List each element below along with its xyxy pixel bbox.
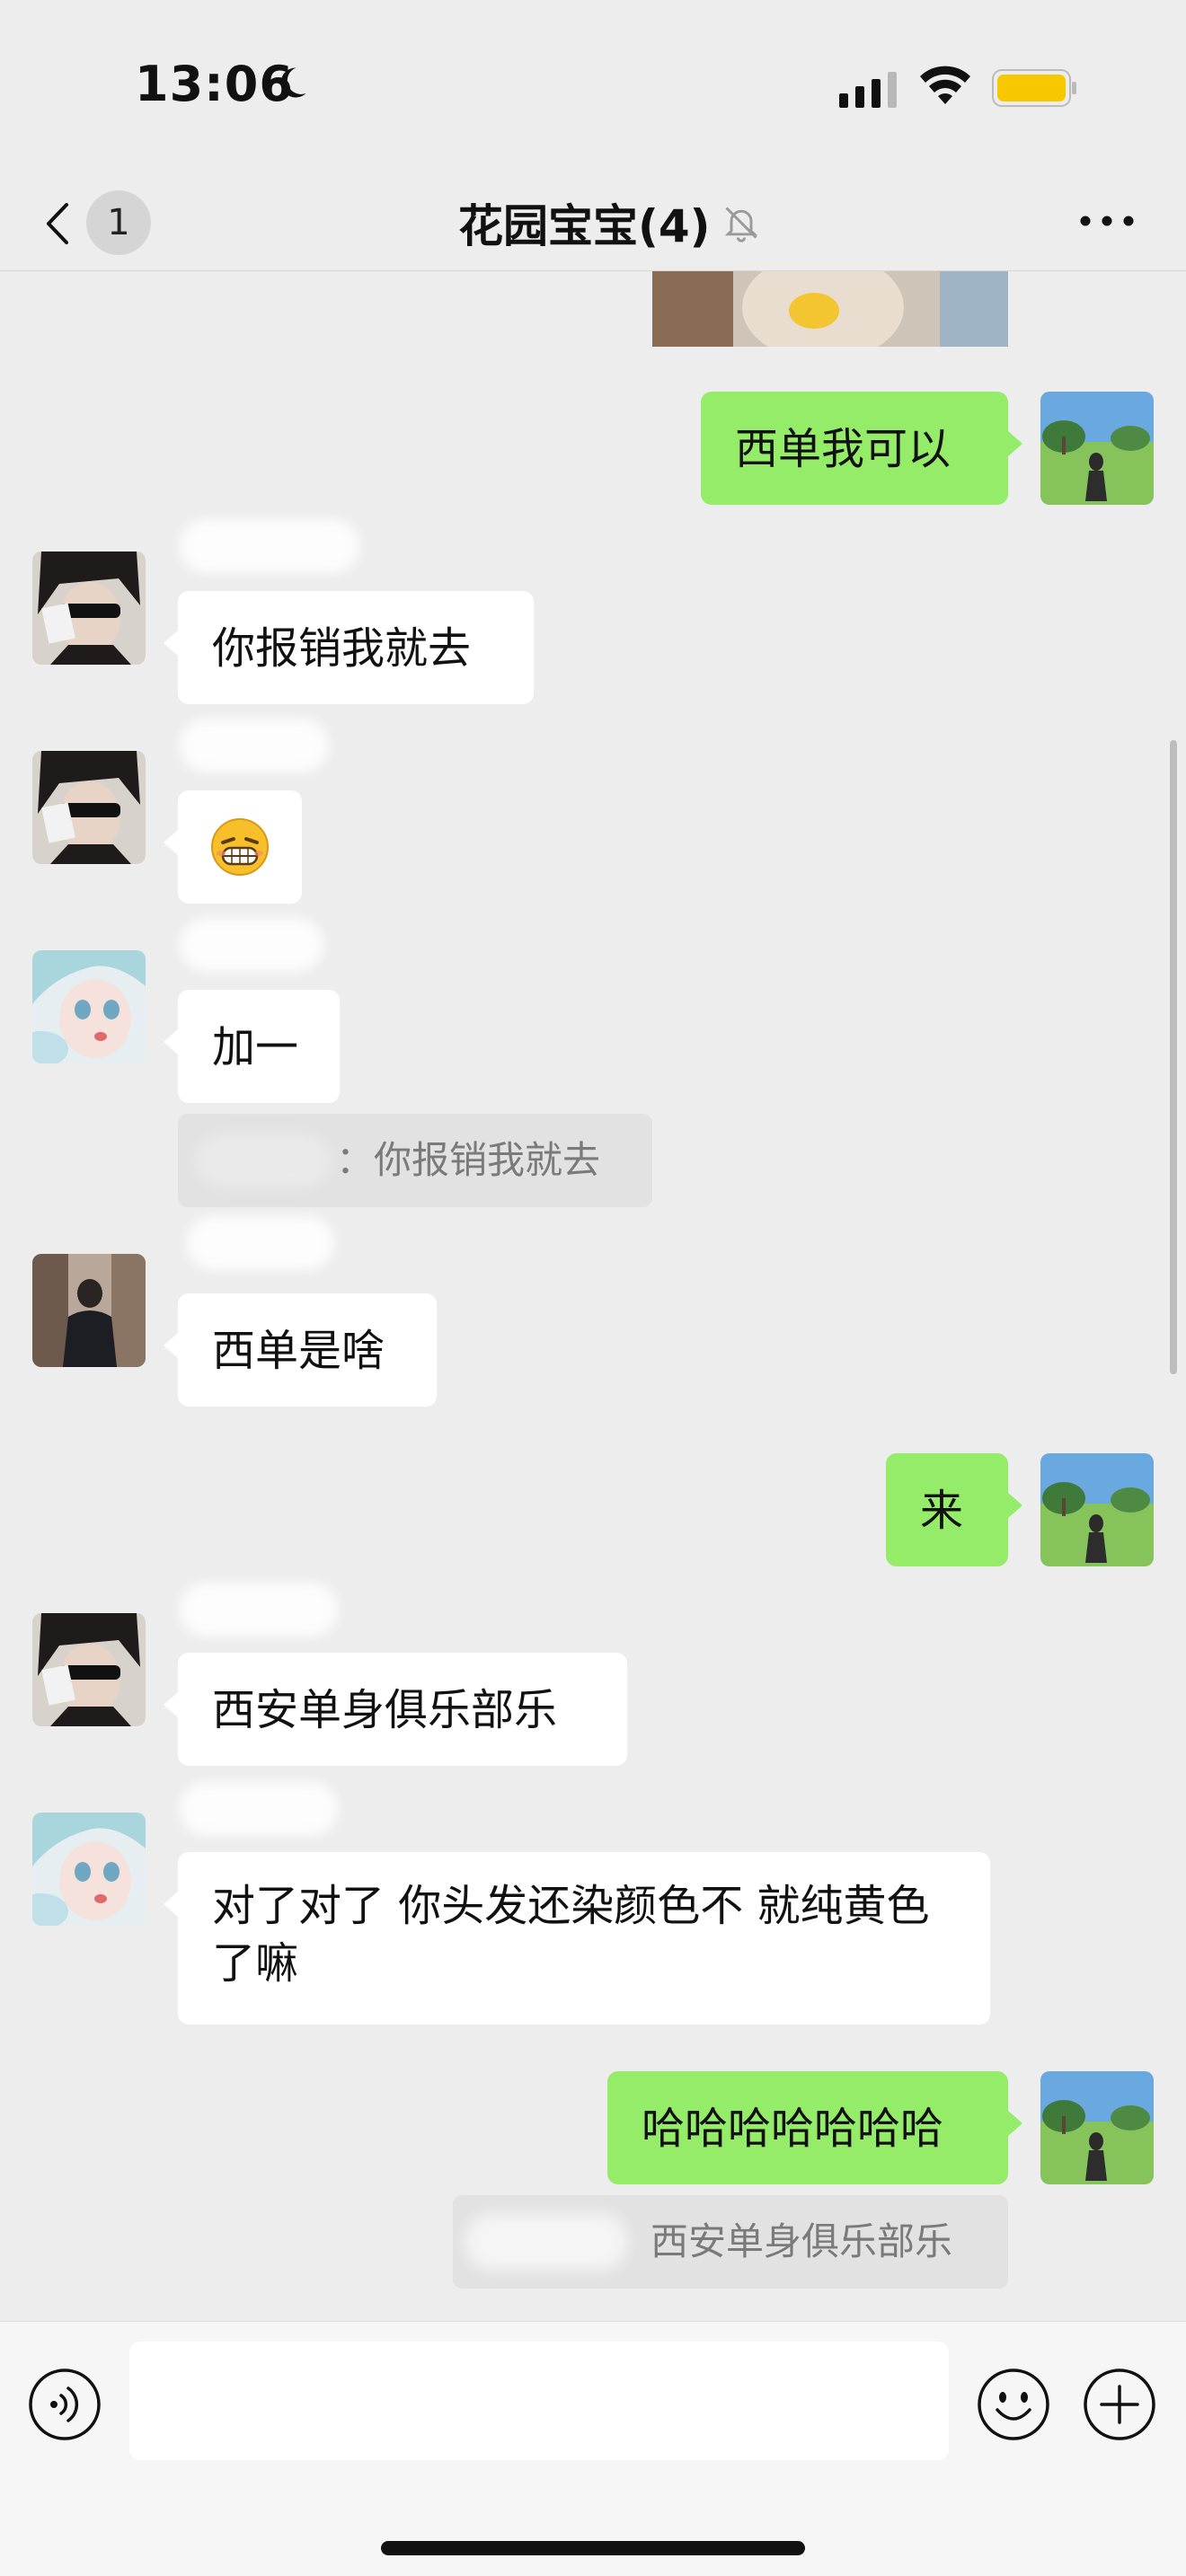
sender-avatar[interactable]: [32, 551, 146, 665]
message-text: 西单是啥: [212, 1326, 385, 1376]
mute-bell-icon: [724, 207, 757, 243]
chevron-left-icon: [47, 203, 68, 244]
quoted-name-blurred: [196, 1134, 331, 1187]
message-bubble-outgoing[interactable]: 哈哈哈哈哈哈哈: [607, 2071, 1022, 2184]
scrollbar[interactable]: [1170, 740, 1177, 1374]
sender-name-blurred: [180, 519, 359, 573]
message-text: 西安单身俱乐部乐: [212, 1685, 558, 1735]
my-avatar[interactable]: [1040, 2071, 1154, 2184]
moon-icon: [280, 67, 306, 98]
chat-header: 1 花园宝宝(4): [0, 171, 1186, 271]
quoted-text: ：你报销我就去: [336, 1138, 601, 1182]
more-functions-plus-icon[interactable]: [1082, 2367, 1157, 2442]
dark-hair-avatar-image: [32, 751, 146, 864]
chat-title: 花园宝宝(4): [458, 200, 711, 252]
more-options-icon[interactable]: [1075, 203, 1139, 239]
sender-name-blurred: [180, 1583, 338, 1636]
quoted-reply[interactable]: ：你报销我就去: [178, 1114, 652, 1207]
message-bubble-outgoing[interactable]: 西单我可以: [701, 392, 1022, 505]
grin-emoji-icon: [211, 818, 269, 876]
sender-avatar[interactable]: [32, 1613, 146, 1726]
dark-hair-avatar-image: [32, 1613, 146, 1726]
sender-avatar[interactable]: [32, 1813, 146, 1926]
sender-avatar[interactable]: [32, 751, 146, 864]
message-text: 哈哈哈哈哈哈哈: [642, 2104, 944, 2154]
message-input[interactable]: [129, 2342, 949, 2460]
sender-avatar[interactable]: [32, 1254, 146, 1367]
image-message-partial[interactable]: [652, 271, 1008, 347]
chat-title-group[interactable]: 花园宝宝(4): [458, 187, 761, 259]
my-avatar[interactable]: [1040, 1453, 1154, 1566]
message-text: 你报销我就去: [212, 623, 472, 674]
sender-name-blurred: [187, 1216, 334, 1270]
message-bubble-incoming[interactable]: [164, 790, 302, 904]
quoted-text: 西安单身俱乐部乐: [651, 2219, 953, 2263]
cellular-signal-icon: [839, 72, 897, 108]
quoted-name-blurred: [465, 2213, 627, 2271]
landscape-avatar-image: [1040, 1453, 1154, 1566]
message-bubble-incoming[interactable]: 加一: [164, 990, 340, 1103]
status-time: 13:06: [135, 56, 294, 112]
message-bubble-incoming[interactable]: 西单是啥: [164, 1293, 437, 1407]
sender-avatar[interactable]: [32, 950, 146, 1063]
wifi-icon: [920, 66, 970, 104]
message-bubble-incoming[interactable]: 对了对了 你头发还染颜色不 就纯黄色了嘛: [164, 1852, 990, 2025]
sender-name-blurred: [180, 719, 329, 772]
emoji-icon[interactable]: [976, 2367, 1051, 2442]
dark-hair-avatar-image: [32, 551, 146, 665]
back-button[interactable]: 1: [36, 187, 162, 257]
message-bubble-outgoing[interactable]: 来: [886, 1453, 1022, 1566]
sender-name-blurred: [180, 918, 323, 972]
message-text: 西单我可以: [735, 424, 951, 474]
message-bubble-incoming[interactable]: 西安单身俱乐部乐: [164, 1653, 627, 1766]
voice-input-icon[interactable]: [27, 2367, 102, 2442]
message-bubble-incoming[interactable]: 你报销我就去: [164, 591, 534, 704]
anime-girl-avatar-image: [32, 1813, 146, 1926]
home-indicator[interactable]: [381, 2541, 805, 2555]
input-bar: [0, 2321, 1186, 2576]
my-avatar[interactable]: [1040, 392, 1154, 505]
message-text: 对了对了 你头发还染颜色不 就纯黄色了嘛: [212, 1881, 930, 1989]
landscape-avatar-image: [1040, 392, 1154, 505]
anime-girl-avatar-image: [32, 950, 146, 1063]
status-bar: 13:06: [0, 0, 1186, 171]
message-text: 加一: [212, 1022, 299, 1072]
street-photo-avatar-image: [32, 1254, 146, 1367]
sender-name-blurred: [180, 1782, 338, 1836]
quoted-reply[interactable]: 西安单身俱乐部乐: [453, 2195, 1008, 2289]
unread-count-badge: 1: [86, 190, 151, 255]
landscape-avatar-image: [1040, 2071, 1154, 2184]
message-text: 来: [920, 1486, 964, 1536]
battery-icon: [992, 69, 1076, 107]
